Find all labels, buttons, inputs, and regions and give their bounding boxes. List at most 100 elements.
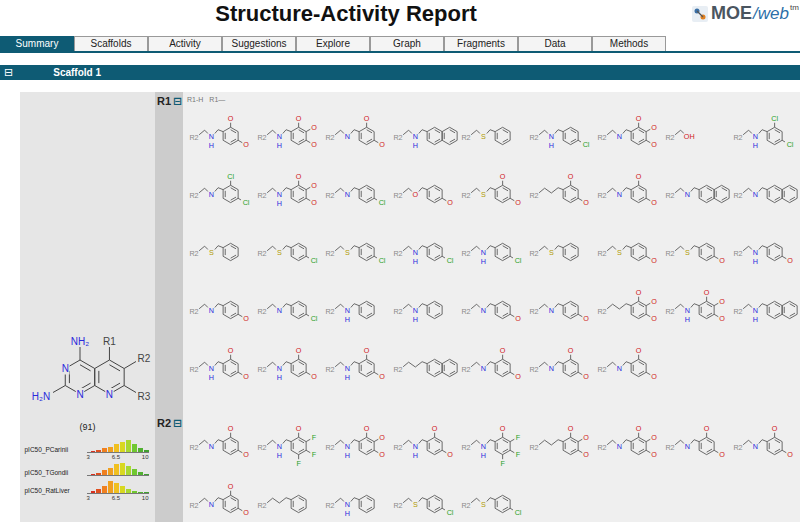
atom-label: R2 — [461, 365, 470, 374]
fragment[interactable]: R2OO — [391, 164, 459, 222]
logo-name: MOE — [711, 3, 752, 24]
fragment[interactable]: R2NOO — [323, 106, 391, 164]
fragment[interactable]: R2NCl — [255, 280, 323, 338]
fragment[interactable]: R2NHOOO — [323, 416, 391, 474]
tab[interactable]: Graph — [370, 36, 444, 51]
histogram-axis — [87, 493, 149, 494]
fragment[interactable]: R2NOO — [595, 164, 663, 222]
fragment[interactable]: R2SCl — [323, 222, 391, 280]
r-group-header: R1— — [209, 94, 225, 106]
tab[interactable]: Methods — [592, 36, 666, 51]
fragment[interactable]: R2 — [391, 338, 459, 396]
fragment[interactable]: R2 — [255, 474, 323, 522]
fragment[interactable]: R2NHCl — [391, 222, 459, 280]
fragment[interactable]: R2NOO — [731, 416, 799, 474]
tab[interactable]: Activity — [148, 36, 222, 51]
fragment[interactable]: R2NHOOO — [255, 106, 323, 164]
fragment-structure: R2NCl — [323, 167, 391, 219]
fragment[interactable]: R2NHClCl — [731, 106, 799, 164]
fragment[interactable]: R2NHOOO — [663, 280, 731, 338]
fragment[interactable]: R2NH — [323, 280, 391, 338]
atom-label: S — [685, 248, 690, 257]
fragment[interactable]: R2NHOO — [391, 416, 459, 474]
fragment-structure: R2NHOOO — [255, 167, 323, 219]
fragment[interactable]: R2NH — [391, 280, 459, 338]
histogram-axis — [87, 475, 149, 476]
fragment[interactable]: R2SCl — [255, 222, 323, 280]
fragment[interactable]: R2NHCl — [527, 106, 595, 164]
fragment[interactable]: R2NO — [187, 280, 255, 338]
tab[interactable]: Suggestions — [222, 36, 296, 51]
fragment[interactable]: R2NOO — [527, 338, 595, 396]
fragment[interactable]: R2SCl — [391, 474, 459, 522]
atom-label: R2 — [529, 249, 538, 258]
fragment[interactable]: R2NHCl — [459, 222, 527, 280]
fragment[interactable]: R2NHOFFF — [459, 416, 527, 474]
fragment[interactable]: R2NOO — [459, 338, 527, 396]
collapse-toggle[interactable]: ⊟ — [4, 66, 13, 79]
fragment[interactable]: R2NHOO — [187, 106, 255, 164]
fragment[interactable]: R2NCl — [323, 164, 391, 222]
fragment[interactable]: R2NH — [391, 106, 459, 164]
fragment[interactable]: R2NH — [323, 474, 391, 522]
fragment[interactable]: R2NO — [459, 280, 527, 338]
fragment[interactable]: R2NHO — [731, 222, 799, 280]
scaffold-summary: NH₂R1R2NH₂NNNR3(91)pIC50_PCarinii36.510p… — [20, 92, 155, 522]
r-group-label: R2⊟ — [155, 414, 183, 522]
fragment[interactable]: R2NClCl — [187, 164, 255, 222]
fragment[interactable]: R2NHOOO — [255, 164, 323, 222]
fragment-structure: R2NHCl — [527, 109, 595, 161]
atom-label: R2 — [393, 307, 402, 316]
fragment[interactable]: R2NHOO — [187, 338, 255, 396]
tab[interactable]: Explore — [296, 36, 370, 51]
tab[interactable]: Fragments — [444, 36, 518, 51]
atom-label: R2 — [189, 133, 198, 142]
fragment-structure: R2S — [187, 225, 255, 277]
atom-label: R2 — [733, 307, 742, 316]
fragment[interactable]: R2S — [527, 222, 595, 280]
fragment[interactable]: R2SOO — [459, 164, 527, 222]
atom-label: O — [568, 172, 574, 181]
atom-label: O — [447, 198, 453, 207]
fragment[interactable]: R2NOO — [187, 416, 255, 474]
fragment[interactable]: R2NOOO — [595, 106, 663, 164]
atom-label: O — [311, 123, 317, 132]
fragment-structure: R2NH — [323, 477, 391, 522]
fragment[interactable]: R2NHOFFF — [255, 416, 323, 474]
fragment[interactable]: R2OH — [663, 106, 731, 164]
atom-label: R2 — [189, 365, 198, 374]
fragment[interactable]: R2NOO — [595, 338, 663, 396]
atom-label: R2 — [665, 443, 674, 452]
tab[interactable]: Data — [518, 36, 592, 51]
fragment[interactable]: R2NHOO — [323, 338, 391, 396]
fragment[interactable]: R2NOOO — [595, 416, 663, 474]
atom-label: R2 — [325, 307, 334, 316]
atom-label: R2 — [257, 249, 266, 258]
fragment[interactable]: R2N — [663, 164, 731, 222]
fragment[interactable]: R2S — [459, 106, 527, 164]
fragment[interactable]: R2S — [187, 222, 255, 280]
atom-label: H — [277, 199, 282, 208]
fragment[interactable]: R2SO — [663, 222, 731, 280]
atom-label: N — [549, 306, 554, 315]
fragment[interactable]: R2SCl — [459, 474, 527, 522]
fragment[interactable]: R2NO — [527, 280, 595, 338]
atom-label: H — [413, 257, 418, 266]
fragment[interactable]: R2OOO — [527, 416, 595, 474]
collapse-toggle[interactable]: ⊟ — [173, 95, 182, 108]
atom-label: O — [228, 482, 234, 491]
tab[interactable]: Summary — [0, 36, 74, 51]
fragment[interactable]: R2NOO — [187, 474, 255, 522]
fragment[interactable]: R2NH — [731, 280, 799, 338]
collapse-toggle[interactable]: ⊟ — [173, 417, 182, 430]
fragment[interactable]: R2SO — [595, 222, 663, 280]
atom-label: R2 — [393, 365, 402, 374]
fragment[interactable]: R2OO — [527, 164, 595, 222]
fragment[interactable]: R2NHOO — [255, 338, 323, 396]
atom-label: F — [312, 433, 317, 442]
fragment[interactable]: R2N — [731, 164, 799, 222]
fragment-structure: R2NOO — [187, 419, 255, 471]
fragment[interactable]: R2OOO — [595, 280, 663, 338]
tab[interactable]: Scaffolds — [74, 36, 148, 51]
fragment[interactable]: R2NOO — [663, 416, 731, 474]
